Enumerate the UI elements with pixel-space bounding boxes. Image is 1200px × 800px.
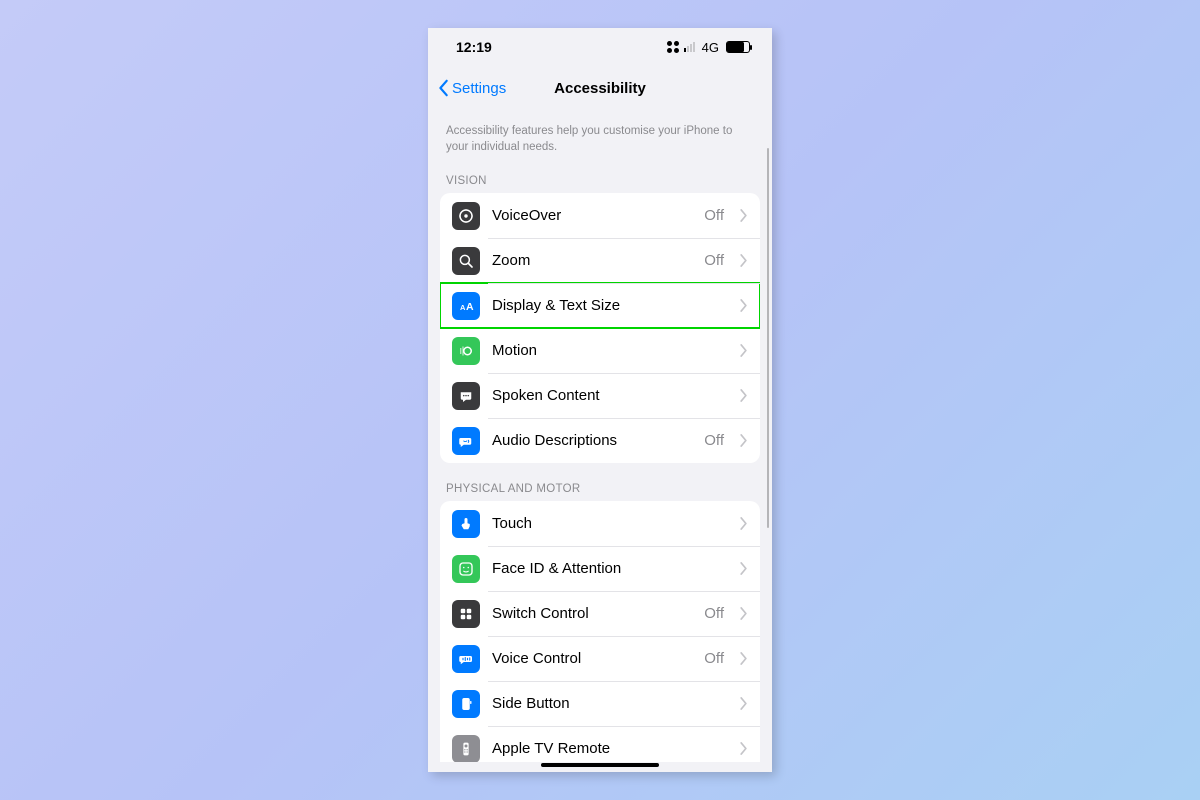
row-label: Face ID & Attention (492, 560, 728, 577)
chevron-right-icon (740, 652, 748, 665)
nav-bar: Settings Accessibility (428, 66, 772, 110)
voice-control-icon (452, 645, 480, 673)
row-apple-tv-remote[interactable]: Apple TV Remote (440, 726, 760, 762)
row-label: Audio Descriptions (492, 432, 692, 449)
touch-icon (452, 510, 480, 538)
chevron-left-icon (438, 79, 450, 97)
row-label: Voice Control (492, 650, 692, 667)
group-motor: Touch Face ID & Attention Switch Control… (440, 501, 760, 762)
page-title: Accessibility (554, 80, 646, 97)
row-status: Off (704, 252, 724, 269)
row-face-id[interactable]: Face ID & Attention (440, 546, 760, 591)
row-label: Display & Text Size (492, 297, 728, 314)
spoken-content-icon (452, 382, 480, 410)
group-vision: VoiceOver Off Zoom Off AA Display & Text… (440, 193, 760, 463)
scroll-area[interactable]: Accessibility features help you customis… (428, 110, 772, 762)
svg-text:A: A (466, 300, 474, 312)
chevron-right-icon (740, 607, 748, 620)
row-audio-descriptions[interactable]: Audio Descriptions Off (440, 418, 760, 463)
chevron-right-icon (740, 697, 748, 710)
section-header-vision: VISION (428, 155, 772, 193)
row-status: Off (704, 432, 724, 449)
status-bar: 12:19 4G (428, 28, 772, 66)
dual-sim-icon (667, 41, 679, 53)
chevron-right-icon (740, 299, 748, 312)
row-label: VoiceOver (492, 207, 692, 224)
audio-descriptions-icon (452, 427, 480, 455)
back-label: Settings (452, 80, 506, 97)
row-status: Off (704, 605, 724, 622)
chevron-right-icon (740, 742, 748, 755)
chevron-right-icon (740, 254, 748, 267)
switch-control-icon (452, 600, 480, 628)
status-right: 4G (667, 40, 750, 55)
row-zoom[interactable]: Zoom Off (440, 238, 760, 283)
section-header-motor: PHYSICAL AND MOTOR (428, 463, 772, 501)
chevron-right-icon (740, 209, 748, 222)
clock: 12:19 (456, 39, 492, 55)
row-status: Off (704, 650, 724, 667)
network-label: 4G (702, 40, 719, 55)
text-size-icon: AA (452, 292, 480, 320)
row-switch-control[interactable]: Switch Control Off (440, 591, 760, 636)
scrollbar[interactable] (767, 148, 770, 528)
signal-bars-icon (684, 42, 695, 52)
intro-text: Accessibility features help you customis… (428, 110, 772, 155)
chevron-right-icon (740, 562, 748, 575)
chevron-right-icon (740, 434, 748, 447)
zoom-icon (452, 247, 480, 275)
chevron-right-icon (740, 389, 748, 402)
row-status: Off (704, 207, 724, 224)
row-label: Apple TV Remote (492, 740, 728, 757)
side-button-icon (452, 690, 480, 718)
row-display-text-size[interactable]: AA Display & Text Size (440, 283, 760, 328)
row-side-button[interactable]: Side Button (440, 681, 760, 726)
chevron-right-icon (740, 344, 748, 357)
apple-tv-remote-icon (452, 735, 480, 762)
row-voiceover[interactable]: VoiceOver Off (440, 193, 760, 238)
svg-text:A: A (460, 302, 466, 311)
face-id-icon (452, 555, 480, 583)
row-label: Touch (492, 515, 728, 532)
iphone-frame: 12:19 4G Settings Accessibility Accessib… (428, 28, 772, 772)
voiceover-icon (452, 202, 480, 230)
row-touch[interactable]: Touch (440, 501, 760, 546)
row-label: Spoken Content (492, 387, 728, 404)
chevron-right-icon (740, 517, 748, 530)
motion-icon (452, 337, 480, 365)
row-voice-control[interactable]: Voice Control Off (440, 636, 760, 681)
back-button[interactable]: Settings (438, 79, 506, 97)
row-motion[interactable]: Motion (440, 328, 760, 373)
row-label: Zoom (492, 252, 692, 269)
row-spoken-content[interactable]: Spoken Content (440, 373, 760, 418)
row-label: Motion (492, 342, 728, 359)
row-label: Side Button (492, 695, 728, 712)
battery-icon (726, 41, 750, 53)
row-label: Switch Control (492, 605, 692, 622)
home-indicator[interactable] (541, 763, 659, 768)
